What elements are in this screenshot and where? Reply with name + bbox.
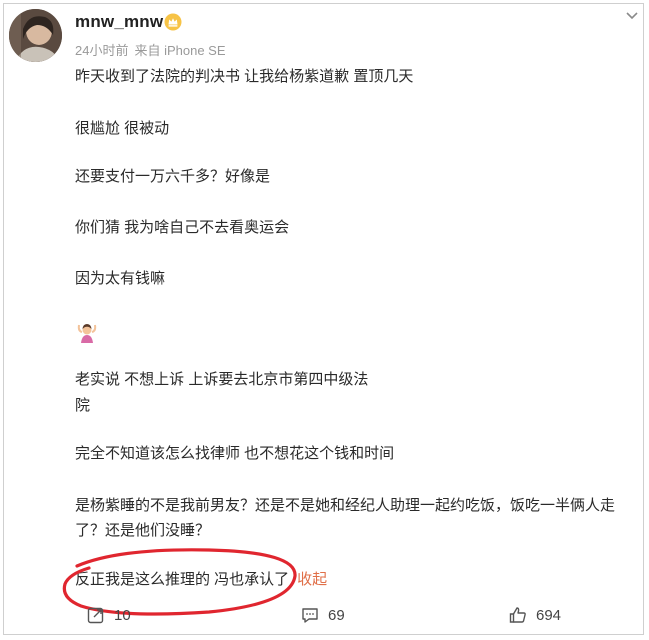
repost-count: 10: [114, 606, 131, 624]
thumbs-up-icon: [509, 607, 526, 623]
post-line: 还要支付一万六千多？好像是: [75, 168, 271, 185]
post-line: 完全不知道该怎么找律师 也不想花这个钱和时间: [75, 445, 395, 462]
like-count: 694: [536, 606, 562, 624]
post-line: 是杨紫睡的不是我前男友？还是不是她和经纪人助理一起约吃饭，饭吃一半俩人走: [75, 497, 616, 514]
fold-link[interactable]: 收起: [297, 571, 327, 588]
post-line: 昨天收到了法院的判决书 让我给杨紫道歉 置顶几天: [75, 68, 414, 85]
repost-icon: [87, 607, 104, 624]
username[interactable]: mnw_mnw: [75, 12, 163, 32]
chevron-down-icon[interactable]: [622, 6, 642, 26]
post-meta: 24小时前 来自 iPhone SE: [75, 40, 232, 59]
post-line-text: 反正我是这么推理的 冯也承认了: [75, 571, 290, 588]
post-card: mnw_mnw 24小时前 来自 iPhone SE 昨天收到了法院的判决书 让我…: [3, 3, 644, 635]
person-gesturing-ok-emoji-icon: [77, 324, 97, 343]
repost-button[interactable]: 10: [86, 604, 131, 626]
post-source: 来自 iPhone SE: [134, 43, 226, 58]
post-line: 很尴尬 很被动: [75, 120, 170, 137]
comment-icon: [302, 608, 318, 623]
avatar[interactable]: [9, 9, 62, 62]
post-line: 了？还是他们没睡？: [75, 522, 211, 539]
vip-crown-icon: [164, 13, 182, 31]
like-button[interactable]: 694: [508, 604, 561, 626]
post-time: 24小时前: [75, 43, 129, 58]
avatar-image: [9, 9, 62, 62]
post-line: 因为太有钱嘛: [75, 270, 166, 287]
post-line: 老实说 不想上诉 上诉要去北京市第四中级法: [75, 371, 369, 388]
post-line: 你们猜 我为啥自己不去看奥运会: [75, 219, 290, 236]
post-line-last: 反正我是这么推理的 冯也承认了 收起: [75, 568, 327, 592]
post-line: 院: [75, 397, 91, 414]
comment-button[interactable]: 69: [300, 604, 345, 626]
comment-count: 69: [328, 606, 345, 624]
